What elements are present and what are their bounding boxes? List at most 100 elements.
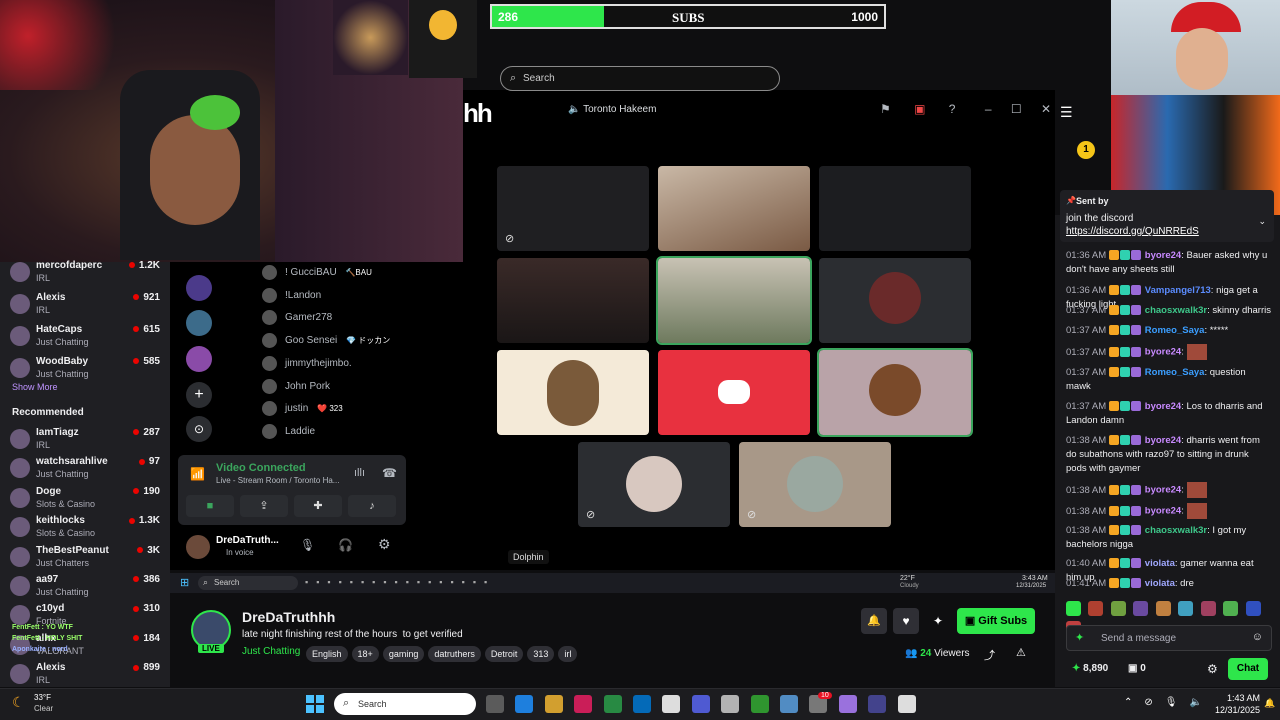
chrome-icon[interactable] [691,695,710,713]
mic-icon[interactable]: 🎙 [300,538,315,552]
screen-icon[interactable]: ▣ [914,102,925,116]
chevron-up-icon[interactable]: ⌃ [1124,697,1144,708]
report-icon[interactable]: ⚠ [1016,646,1026,659]
network-icon[interactable]: ⊘ [1144,697,1164,708]
server-icon[interactable] [186,275,212,301]
voice-user[interactable]: !Landon [262,287,327,308]
video-tile[interactable] [656,256,812,345]
disconnect-icon[interactable]: ☎ [382,466,397,480]
pinned-link[interactable]: https://discord.gg/QuNRREdS [1066,226,1199,237]
chat-username[interactable]: byore24 [1145,435,1181,446]
stream-tag[interactable]: gaming [382,646,425,662]
server-icon[interactable] [186,346,212,372]
video-tile[interactable] [658,350,810,435]
emote-icon[interactable] [1245,601,1261,616]
chat-username[interactable]: Vampangel713 [1145,285,1211,296]
bell-icon[interactable]: 🔔 [1264,698,1275,709]
stream-tag[interactable]: Detroit [484,646,524,662]
chat-username[interactable]: Romeo_Saya [1145,325,1205,336]
os-time[interactable]: 1:43 AM [1220,693,1260,703]
inner-search-box[interactable]: ⌕ Search [198,576,298,590]
show-more-link[interactable]: Show More [12,382,58,392]
add-server-icon[interactable]: + [186,382,212,408]
emote-icon[interactable] [1088,601,1104,616]
chat-button[interactable]: Chat [1228,658,1268,680]
sidebar-channel[interactable]: mercofdaperc IRL 1.2K [10,260,170,290]
sidebar-channel[interactable]: TheBestPeanut Just Chatters 3K [10,545,170,575]
chat-username[interactable]: byore24 [1145,250,1181,261]
sidebar-channel[interactable]: keithlocks Slots & Casino 1.3K [10,515,170,545]
emote-icon[interactable] [1223,601,1239,616]
voice-user[interactable]: Goo Sensei 💎 ドッカン [262,333,390,353]
stream-category[interactable]: Just Chatting [242,646,300,657]
avatar[interactable] [186,535,210,559]
emote-icon[interactable] [1066,601,1081,616]
chat-username[interactable]: violata [1145,578,1175,589]
mic-icon[interactable]: 🎙 [1165,697,1190,708]
discord-icon[interactable] [750,695,769,713]
emote-picker-icon[interactable]: ☺ [1252,631,1263,643]
channel-points[interactable]: ✦ 8,890 [1072,663,1108,674]
voice-user[interactable]: justin ❤️ 323 [262,401,343,421]
chat-username[interactable]: chaosxwalk3r [1145,305,1207,316]
copilot-icon[interactable] [574,695,593,713]
chat-settings-icon[interactable]: ⚙ [1207,662,1218,676]
soundboard-button[interactable]: ♪ [348,495,396,517]
video-tile[interactable]: ⊘ [578,442,730,527]
video-tile[interactable] [819,166,971,251]
music-icon[interactable] [633,695,651,713]
threads-icon[interactable]: ⚑ [880,102,891,116]
settings-icon[interactable]: ⚙ [378,536,391,553]
video-tile[interactable] [658,166,810,251]
voice-user[interactable]: ! GucciBAU 🔨BAU [262,265,372,285]
chat-username[interactable]: Romeo_Saya [1145,367,1205,378]
video-tile[interactable]: ⊘ [739,442,891,527]
share-icon[interactable]: ⤴ [984,647,995,663]
xbox-icon[interactable] [780,695,798,713]
sidebar-channel[interactable]: watchsarahlive Just Chatting 97 [10,456,170,486]
windows-icon[interactable]: ⊞ [180,576,189,589]
sidebar-channel[interactable]: Doge Slots & Casino 190 [10,486,170,516]
video-tile[interactable] [819,258,971,343]
maximize-icon[interactable]: ☐ [1011,102,1022,116]
close-icon[interactable]: ✕ [1041,102,1051,116]
sidebar-channel[interactable]: HateCaps Just Chatting 615 [10,324,170,354]
chat-username[interactable]: byore24 [1145,401,1181,412]
chat-username[interactable]: byore24 [1145,485,1181,496]
chevron-down-icon[interactable]: ⌄ [1258,216,1266,227]
chat-username[interactable]: chaosxwalk3r [1145,525,1207,536]
stream-tag[interactable]: 18+ [351,646,379,662]
help-icon[interactable]: ? [949,102,956,116]
noise-icon[interactable]: ıllı [354,467,365,479]
follow-button[interactable]: ♥ [893,608,919,634]
hype-button[interactable]: ✦ [925,608,951,634]
media-icon[interactable] [897,695,916,713]
steam-icon[interactable] [721,695,740,713]
headset-icon[interactable]: 🎧 [338,538,353,552]
chat-username[interactable]: violata [1145,558,1175,569]
voice-user[interactable]: Gamer278 [262,310,338,330]
sidebar-channel[interactable]: aa97 Just Chatting 386 [10,574,170,604]
voice-user[interactable]: jimmythejimbo. [262,355,358,376]
channel-name[interactable]: DreDaTruthhh [242,609,335,625]
chat-username[interactable]: byore24 [1145,347,1181,358]
drops-count[interactable]: ▣ 0 [1128,663,1146,674]
stream-tag[interactable]: datruthers [428,646,481,662]
stream-tag[interactable]: irl [558,646,578,662]
voice-user[interactable]: John Pork [262,378,336,399]
emote-icon[interactable] [1133,601,1149,616]
settings-icon[interactable] [544,695,563,713]
calculator-icon[interactable] [662,695,681,713]
chat-input[interactable]: ✦ Send a message ☺ [1066,625,1272,651]
video-tile[interactable] [497,258,649,343]
camera-button[interactable]: ■ [186,495,234,517]
task-view-icon[interactable] [486,695,504,713]
emote-icon[interactable] [1155,601,1171,616]
gear-icon[interactable] [838,695,857,713]
os-date[interactable]: 12/31/2025 [1210,705,1260,715]
taskbar-search[interactable]: ⌕ Search [334,693,476,715]
video-tile[interactable]: ⊘ [497,166,649,251]
minimize-icon[interactable]: – [985,102,992,116]
server-icon[interactable] [186,310,212,336]
sidebar-channel[interactable]: Alexis IRL 921 [10,292,170,322]
